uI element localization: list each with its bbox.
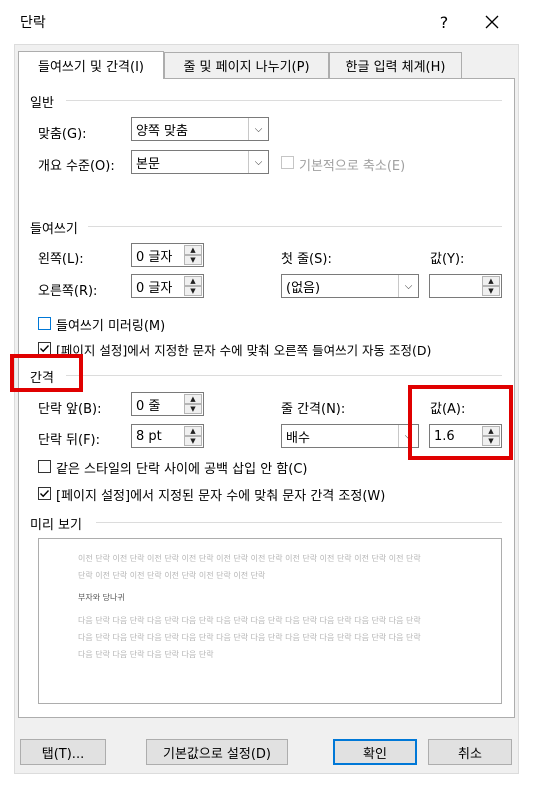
outline-level-select[interactable]: 본문 ⌵ <box>131 150 269 174</box>
divider <box>66 375 502 376</box>
close-icon <box>485 15 499 29</box>
set-as-default-button[interactable]: 기본값으로 설정(D) <box>146 739 288 765</box>
preview-next-line: 다음 단락 다음 단락 다음 단락 다음 단락 <box>78 650 214 659</box>
ok-button[interactable]: 확인 <box>333 739 417 765</box>
indent-right-label: 오른쪽(R): <box>38 284 98 299</box>
section-general: 일반 <box>30 96 54 111</box>
outline-level-label: 개요 수준(O): <box>38 159 115 174</box>
line-spacing-select[interactable]: 배수 ⌵ <box>281 424 419 448</box>
tab-indents-spacing[interactable]: 들여쓰기 및 간격(I) <box>18 51 164 79</box>
indent-by-label: 값(Y): <box>430 252 465 267</box>
collapse-label: 기본적으로 축소(E) <box>299 159 406 174</box>
spin-down-icon[interactable]: ▼ <box>184 436 202 446</box>
spacing-before-label: 단락 앞(B): <box>38 402 102 417</box>
tab-asian-typography[interactable]: 한글 입력 체계(H) <box>329 52 462 78</box>
collapse-checkbox[interactable] <box>281 156 294 169</box>
spin-up-icon[interactable]: ▲ <box>184 394 202 404</box>
no-space-same-style-label: 같은 스타일의 단락 사이에 공백 삽입 안 함(C) <box>56 462 308 477</box>
help-button[interactable]: ? <box>426 8 462 36</box>
chevron-down-icon: ⌵ <box>398 275 418 297</box>
divider <box>96 522 502 523</box>
auto-right-indent-label: [페이지 설정]에서 지정한 문자 수에 맞춰 오른쪽 들여쓰기 자동 조정(D… <box>56 343 432 358</box>
chevron-down-icon: ⌵ <box>248 118 268 140</box>
spin-up-icon[interactable]: ▲ <box>482 276 500 286</box>
snap-to-grid-checkbox[interactable] <box>38 487 51 500</box>
mirror-indents-checkbox[interactable] <box>38 317 51 330</box>
spin-down-icon[interactable]: ▼ <box>482 286 500 296</box>
tab-line-page-breaks[interactable]: 줄 및 페이지 나누기(P) <box>164 52 329 78</box>
line-spacing-label: 줄 간격(N): <box>281 402 346 417</box>
first-line-label: 첫 줄(S): <box>281 252 332 267</box>
spin-up-icon[interactable]: ▲ <box>184 245 202 255</box>
preview-prev-line: 이전 단락 이전 단락 이전 단락 이전 단락 이전 단락 이전 단락 이전 단… <box>78 554 421 563</box>
no-space-same-style-checkbox[interactable] <box>38 460 51 473</box>
preview-next-line: 다음 단락 다음 단락 다음 단락 다음 단락 다음 단락 다음 단락 다음 단… <box>78 616 421 625</box>
spin-down-icon[interactable]: ▼ <box>184 404 202 414</box>
divider <box>88 226 502 227</box>
window-title: 단락 <box>20 15 46 31</box>
spacing-after-label: 단락 뒤(F): <box>38 433 101 448</box>
divider <box>66 100 502 101</box>
spin-down-icon[interactable]: ▼ <box>184 286 202 296</box>
mirror-indents-label: 들여쓰기 미러링(M) <box>56 319 166 334</box>
section-preview: 미리 보기 <box>30 518 82 533</box>
indent-right-spinner[interactable]: 0 글자 ▲ ▼ <box>131 274 204 298</box>
checkmark-icon <box>40 345 50 353</box>
section-indentation: 들여쓰기 <box>30 222 78 237</box>
first-line-select[interactable]: (없음) ⌵ <box>281 274 419 298</box>
indent-by-spinner[interactable]: ▲ ▼ <box>429 274 502 298</box>
tabs-button[interactable]: 탭(T)... <box>20 739 106 765</box>
chevron-down-icon: ⌵ <box>248 151 268 173</box>
indent-left-label: 왼쪽(L): <box>38 252 84 267</box>
spacing-before-spinner[interactable]: 0 줄 ▲ ▼ <box>131 392 204 416</box>
cancel-button[interactable]: 취소 <box>428 739 512 765</box>
alignment-select[interactable]: 양쪽 맞춤 ⌵ <box>131 117 269 141</box>
highlight-box-spacing <box>10 354 83 392</box>
indent-left-spinner[interactable]: 0 글자 ▲ ▼ <box>131 243 204 267</box>
preview-current-line: 부자와 당나귀 <box>78 593 125 602</box>
snap-to-grid-label: [페이지 설정]에서 지정된 문자 수에 맞춰 문자 간격 조정(W) <box>56 489 386 504</box>
checkmark-icon <box>40 490 50 498</box>
spacing-after-spinner[interactable]: 8 pt ▲ ▼ <box>131 424 204 448</box>
alignment-label: 맞춤(G): <box>38 127 87 142</box>
preview-prev-line: 단락 이전 단락 이전 단락 이전 단락 이전 단락 이전 단락 <box>78 571 266 580</box>
spin-down-icon[interactable]: ▼ <box>184 255 202 265</box>
highlight-box-at-value <box>408 385 513 460</box>
close-button[interactable] <box>474 8 510 36</box>
spin-up-icon[interactable]: ▲ <box>184 276 202 286</box>
spin-up-icon[interactable]: ▲ <box>184 426 202 436</box>
preview-next-line: 다음 단락 다음 단락 다음 단락 다음 단락 다음 단락 다음 단락 다음 단… <box>78 633 421 642</box>
